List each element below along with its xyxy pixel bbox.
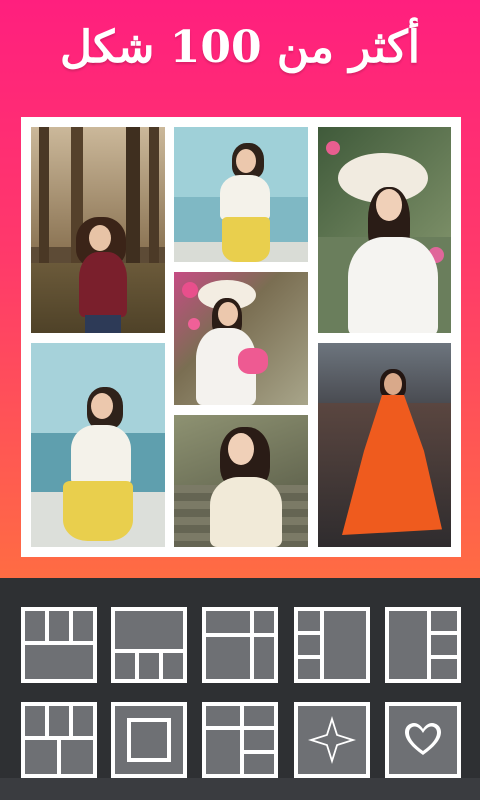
photo-forest-portrait — [31, 127, 165, 333]
bottom-strip — [0, 778, 480, 800]
layout-three-top-one-bottom[interactable] — [21, 607, 97, 683]
layout-picker-panel — [0, 578, 480, 800]
heart-icon — [403, 720, 443, 760]
layout-diamond-star[interactable] — [294, 702, 370, 778]
layout-stacked-rows[interactable] — [202, 702, 278, 778]
photo-sitting-portrait — [174, 415, 308, 547]
photo-seaside-portrait — [174, 127, 308, 262]
page-title: أكثر من 100 شكل — [59, 22, 421, 73]
layout-side-columns-center[interactable] — [294, 607, 370, 683]
photo-sun-hat-portrait — [318, 127, 451, 333]
promo-banner: أكثر من 100 شكل — [0, 0, 480, 578]
layout-grid-mixed[interactable] — [202, 607, 278, 683]
photo-red-coat-portrait — [318, 343, 451, 547]
layout-heart[interactable] — [385, 702, 461, 778]
layout-left-big-right-stack[interactable] — [385, 607, 461, 683]
layout-center-square[interactable] — [111, 702, 187, 778]
layout-two-top-two-bottom[interactable] — [21, 702, 97, 778]
photo-seaside-portrait-wide — [31, 343, 165, 547]
collage-preview — [21, 117, 461, 557]
photo-flower-hat-portrait — [174, 272, 308, 405]
layout-one-top-three-bottom[interactable] — [111, 607, 187, 683]
